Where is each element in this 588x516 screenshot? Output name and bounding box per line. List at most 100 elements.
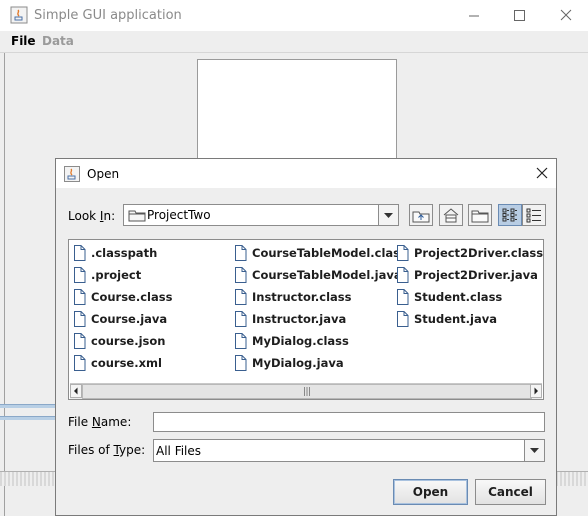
scroll-left-icon[interactable] xyxy=(70,384,82,398)
file-name-text: Course.class xyxy=(91,290,173,304)
maximize-icon xyxy=(514,10,525,21)
file-list-item[interactable]: Student.class xyxy=(396,286,543,308)
file-list-item[interactable]: Instructor.java xyxy=(234,308,407,330)
file-icon xyxy=(235,333,247,349)
close-icon xyxy=(560,9,572,21)
file-list-item[interactable]: CourseTableModel.java xyxy=(234,264,407,286)
file-icon xyxy=(235,289,247,305)
file-icon xyxy=(235,245,247,261)
file-list-item[interactable]: Project2Driver.class xyxy=(396,242,543,264)
open-button[interactable]: Open xyxy=(393,479,468,505)
file-list-item[interactable]: Course.java xyxy=(73,308,172,330)
home-icon xyxy=(443,208,459,223)
new-folder-icon xyxy=(471,210,489,223)
dialog-title-bar: Open xyxy=(56,159,556,188)
look-in-value: ProjectTwo xyxy=(147,208,211,222)
file-name-text: course.xml xyxy=(91,356,162,370)
file-list-item[interactable]: Course.class xyxy=(73,286,172,308)
files-of-type-dropdown-button[interactable] xyxy=(524,439,545,462)
file-name-text: .project xyxy=(91,268,142,282)
home-button[interactable] xyxy=(439,204,463,226)
details-view-icon xyxy=(526,208,541,223)
close-window-button[interactable] xyxy=(542,0,588,31)
file-name-input[interactable] xyxy=(153,412,545,432)
cancel-button[interactable]: Cancel xyxy=(475,479,546,505)
minimize-icon xyxy=(469,15,479,17)
file-icon xyxy=(397,311,409,327)
file-icon xyxy=(397,289,409,305)
file-name-label: File Name: xyxy=(68,415,132,429)
left-edge-bar xyxy=(0,416,56,420)
file-list-item[interactable]: .project xyxy=(73,264,172,286)
list-view-icon xyxy=(502,208,517,222)
file-name-text: Project2Driver.java xyxy=(414,268,538,282)
left-edge-bar xyxy=(0,404,56,408)
files-of-type-value: All Files xyxy=(156,444,202,458)
menu-file[interactable]: File xyxy=(11,34,36,48)
dialog-close-icon[interactable] xyxy=(532,163,552,183)
window-title: Simple GUI application xyxy=(34,8,182,23)
list-view-button[interactable] xyxy=(498,204,522,226)
file-icon xyxy=(235,355,247,371)
menu-bar: File Data xyxy=(0,31,588,53)
file-list[interactable]: .classpath .project Course.class Course.jav… xyxy=(68,239,544,400)
file-name-text: CourseTableModel.java xyxy=(252,268,402,282)
file-icon xyxy=(74,311,86,327)
file-name-text: Student.java xyxy=(414,312,498,326)
file-list-item[interactable]: course.json xyxy=(73,330,172,352)
file-icon xyxy=(397,267,409,283)
chevron-down-icon xyxy=(384,213,393,218)
file-icon xyxy=(74,355,86,371)
files-of-type-label: Files of Type: xyxy=(68,443,146,457)
display-panel xyxy=(197,59,397,171)
dialog-title: Open xyxy=(87,167,120,181)
chevron-down-icon xyxy=(530,448,539,453)
file-list-item[interactable]: course.xml xyxy=(73,352,172,374)
up-one-level-button[interactable] xyxy=(409,204,433,226)
file-name-text: .classpath xyxy=(91,246,158,260)
file-name-text: Instructor.class xyxy=(252,290,352,304)
file-name-text: Student.class xyxy=(414,290,503,304)
menu-data[interactable]: Data xyxy=(42,34,74,48)
minimize-button[interactable] xyxy=(450,0,496,31)
file-icon xyxy=(74,289,86,305)
file-list-item[interactable]: Instructor.class xyxy=(234,286,407,308)
files-of-type-combo[interactable]: All Files xyxy=(153,439,525,462)
scrollbar-thumb[interactable] xyxy=(82,384,532,399)
file-list-item[interactable]: .classpath xyxy=(73,242,172,264)
file-name-text: course.json xyxy=(91,334,166,348)
file-list-item[interactable]: Student.java xyxy=(396,308,543,330)
grip-icon xyxy=(304,387,310,396)
file-list-item[interactable]: Project2Driver.java xyxy=(396,264,543,286)
file-name-text: CourseTableModel.class xyxy=(252,246,407,260)
file-column-3: Project2Driver.class Project2Driver.java S… xyxy=(396,242,543,330)
file-column-2: CourseTableModel.class CourseTableModel.j… xyxy=(234,242,407,374)
new-folder-button[interactable] xyxy=(468,204,492,226)
file-icon xyxy=(74,245,86,261)
file-list-item[interactable]: MyDialog.class xyxy=(234,330,407,352)
file-name-text: MyDialog.class xyxy=(252,334,349,348)
file-icon xyxy=(235,311,247,327)
file-name-text: Instructor.java xyxy=(252,312,347,326)
scroll-right-icon[interactable] xyxy=(530,384,542,398)
open-dialog: Open Look In: ProjectTwo .classpath .pro… xyxy=(55,158,557,516)
file-icon xyxy=(74,267,86,283)
java-dialog-icon xyxy=(64,166,80,182)
file-list-item[interactable]: CourseTableModel.class xyxy=(234,242,407,264)
file-name-text: Project2Driver.class xyxy=(414,246,544,260)
file-name-text: Course.java xyxy=(91,312,168,326)
up-one-level-icon xyxy=(412,211,430,223)
file-icon xyxy=(235,267,247,283)
file-column-1: .classpath .project Course.class Course.jav… xyxy=(73,242,172,374)
details-view-button[interactable] xyxy=(522,204,546,226)
file-list-item[interactable]: MyDialog.java xyxy=(234,352,407,374)
java-app-icon xyxy=(10,6,28,24)
maximize-button[interactable] xyxy=(496,0,542,31)
look-in-dropdown-button[interactable] xyxy=(378,204,399,226)
horizontal-scrollbar[interactable] xyxy=(70,383,542,399)
file-icon xyxy=(397,245,409,261)
look-in-combo[interactable]: ProjectTwo xyxy=(123,204,398,226)
folder-icon xyxy=(128,210,146,222)
main-title-bar: Simple GUI application xyxy=(0,0,588,31)
look-in-label: Look In: xyxy=(68,209,116,223)
